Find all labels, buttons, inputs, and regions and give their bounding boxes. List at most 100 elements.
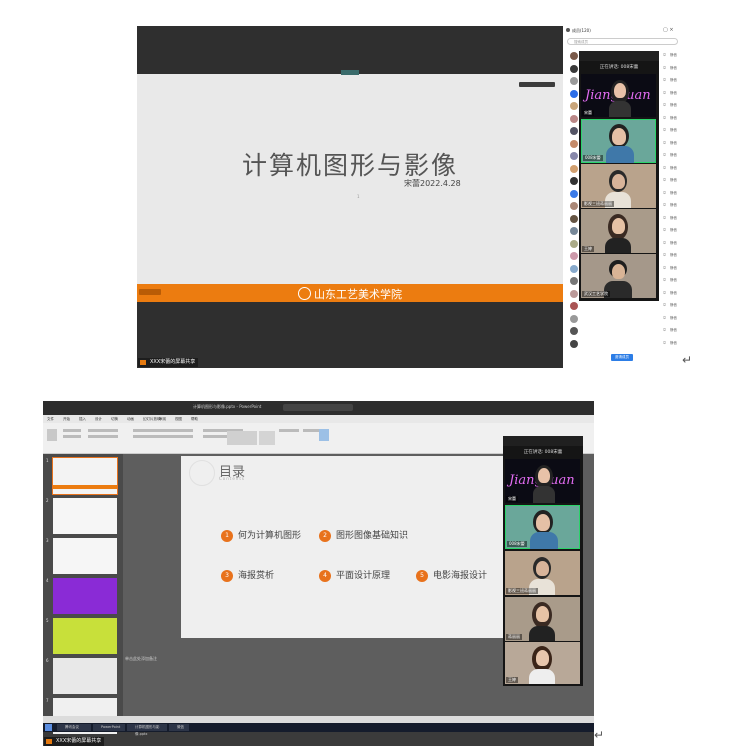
video-tile[interactable]: 影视三班蒋丽丽 [581,164,656,208]
slide-thumbnail[interactable] [53,578,117,614]
mic-muted-icon[interactable]: ⍝ [663,277,666,283]
arrange-button[interactable] [259,431,275,445]
mic-muted-icon[interactable]: ⍝ [663,115,666,121]
windows-start-icon[interactable] [45,724,52,731]
video-tile[interactable]: 蒋丽丽 [505,597,580,641]
mic-muted-icon[interactable]: ⍝ [663,52,666,58]
member-search-input[interactable]: 搜索成员 [567,38,678,45]
ribbon-button[interactable] [88,429,118,432]
slide-heading-sub: Contents [219,476,245,481]
mic-muted-icon[interactable]: ⍝ [663,65,666,71]
mic-muted-icon[interactable]: ⍝ [663,152,666,158]
member-row[interactable]: ⍝ 静音 [563,300,681,312]
ribbon-button[interactable] [63,435,81,438]
video-tile-active[interactable]: 008宋蕾 [505,505,580,549]
mic-muted-icon[interactable]: ⍝ [663,102,666,108]
slide-thumbnail[interactable] [53,538,117,574]
menu-item[interactable]: 插入 [79,417,86,422]
video-tile[interactable]: Jiangxuan 宋蕾 [581,74,656,117]
person-body [609,101,631,117]
toc-number: 3 [221,570,233,582]
mic-muted-icon[interactable]: ⍝ [663,302,666,308]
menu-item[interactable]: 文件 [47,417,54,422]
menu-item[interactable]: 切换 [111,417,118,422]
menu-item[interactable]: 帮助 [191,417,198,422]
member-row[interactable]: ⍝ 静音 [563,313,681,325]
ppt-search-box[interactable] [283,404,353,411]
mic-muted-icon[interactable]: ⍝ [663,340,666,346]
video-strip-header[interactable] [503,436,583,446]
avatar [570,77,578,85]
video-strip: 正在讲话: 008宋蕾 Jiangxuan 宋蕾 008宋蕾 影视三班蒋丽丽 蒋… [503,436,583,686]
mic-muted-icon[interactable]: ⍝ [663,265,666,271]
taskbar-item[interactable]: 腾讯会议 [57,724,91,731]
ribbon-button[interactable] [88,435,118,438]
avatar [570,252,578,260]
video-tile-active[interactable]: 008宋蕾 [581,119,656,163]
shared-slide: 计算机图形与影像 宋蕾2022.4.28 1 山东工艺美术学院 [137,70,563,302]
slide-control-button[interactable] [519,82,555,87]
avatar [570,189,578,198]
mic-muted-icon[interactable]: ⍝ [663,240,666,246]
design-ideas-button[interactable] [319,429,329,441]
member-row[interactable]: ⍝ 静音 [563,338,681,350]
shapes-gallery[interactable] [227,431,257,445]
video-tile[interactable]: Jiangxuan 宋蕾 [505,459,580,503]
font-box[interactable] [133,429,193,432]
menu-item[interactable]: 动画 [127,417,134,422]
video-tile-label: 王婷 [582,246,594,252]
mic-muted-icon[interactable]: ⍝ [663,327,666,333]
video-tile[interactable]: 王婷 [581,209,656,253]
video-tile[interactable]: 王婷 [505,642,580,684]
menu-item[interactable]: 幻灯片放映 [143,417,161,422]
taskbar-item[interactable]: 微信 [169,724,189,731]
mic-muted-icon[interactable]: ⍝ [663,140,666,146]
slide-date-line: 宋蕾2022.4.28 [404,179,461,188]
mic-muted-icon[interactable]: ⍝ [663,90,666,96]
screen-share-label: XXX宋蕾的屏幕共享 [150,359,196,365]
panel-title: 成员(120) [572,28,591,33]
menu-item[interactable]: 视图 [175,417,182,422]
mic-muted-icon[interactable]: ⍝ [663,315,666,321]
mic-muted-icon[interactable]: ⍝ [663,190,666,196]
slide-thumbnail[interactable] [53,658,117,694]
member-row[interactable]: ⍝ 静音 [563,325,681,337]
mic-muted-icon[interactable]: ⍝ [663,127,666,133]
mic-muted-icon[interactable]: ⍝ [663,77,666,83]
taskbar-item[interactable]: 计算机图形与影像.pptx [127,724,167,736]
ribbon-button[interactable] [279,429,299,432]
invite-button[interactable]: 邀请成员 [611,354,633,361]
member-status: 静音 [670,165,677,170]
slide-thumbnail[interactable] [53,618,117,654]
mic-muted-icon[interactable]: ⍝ [663,202,666,208]
mic-muted-icon[interactable]: ⍝ [663,165,666,171]
screen-share-bar[interactable]: XXX宋蕾的屏幕共享 [138,358,198,367]
taskbar-item[interactable]: PowerPoint [93,724,125,731]
menu-item[interactable]: 审阅 [159,417,166,422]
member-status: 静音 [670,203,677,207]
slide-thumbnail[interactable] [53,498,117,534]
person-body [529,626,555,641]
panel-window-controls[interactable]: ▢ × [663,27,674,33]
slide-thumbnail[interactable] [52,457,118,495]
menu-item[interactable]: 开始 [63,417,70,422]
member-status: 静音 [670,240,677,245]
mic-muted-icon[interactable]: ⍝ [663,227,666,233]
ribbon-button[interactable] [63,429,81,432]
mic-muted-icon[interactable]: ⍝ [663,290,666,296]
video-tile[interactable]: 武汉工艺学院 [581,254,656,298]
slide-page-marker: 1 [357,194,360,199]
notes-placeholder[interactable]: 单击此处添加备注 [125,656,157,662]
school-logo-icon [298,287,311,300]
member-status: 静音 [670,78,677,82]
video-tile[interactable]: 影视三班蒋丽丽 [505,551,580,595]
video-strip-header[interactable] [579,51,659,61]
screen-share-bar[interactable]: XXX宋蕾的屏幕共享 [44,737,104,746]
font-format-buttons[interactable] [133,435,193,438]
toc-number: 5 [416,570,428,582]
mic-muted-icon[interactable]: ⍝ [663,177,666,183]
paste-button[interactable] [47,429,57,441]
mic-muted-icon[interactable]: ⍝ [663,215,666,221]
mic-muted-icon[interactable]: ⍝ [663,252,666,258]
menu-item[interactable]: 设计 [95,417,102,422]
